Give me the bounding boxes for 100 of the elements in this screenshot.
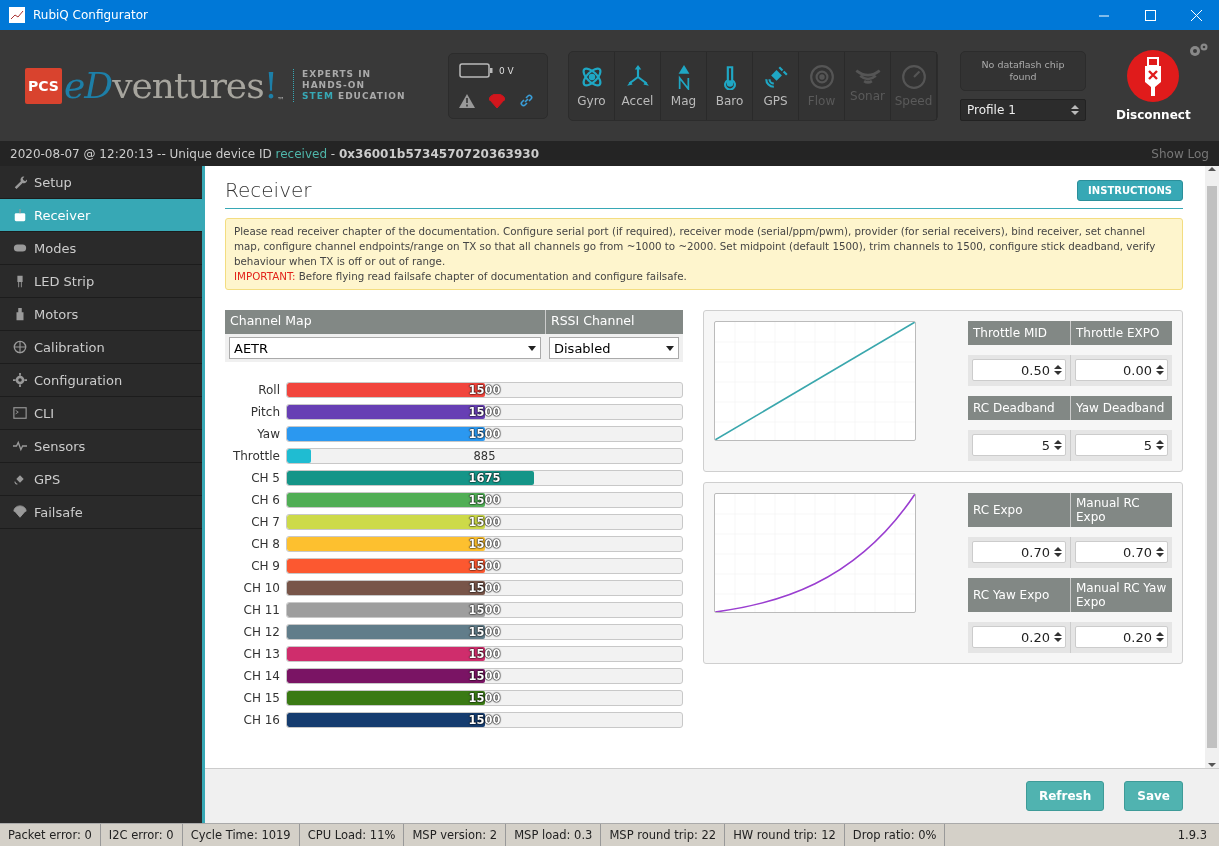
- spinner-icon: [1054, 631, 1062, 643]
- sidebar-item[interactable]: Calibration: [0, 331, 202, 364]
- column-header: RSSI Channel: [545, 310, 683, 334]
- field-label: Yaw Deadband: [1070, 396, 1172, 420]
- terminal-icon: [13, 406, 27, 420]
- tagline: STEM EDUCATION: [302, 91, 406, 102]
- field-label: Throttle EXPO: [1070, 321, 1172, 345]
- spinner-icon: [1156, 439, 1164, 451]
- page-title: Receiver: [225, 178, 312, 202]
- channel-value: 1500: [468, 537, 501, 551]
- channel-label: CH 12: [242, 625, 280, 639]
- sidebar-item[interactable]: Motors: [0, 298, 202, 331]
- column-header: Channel Map: [225, 310, 545, 334]
- device-id-line: 2020-08-07 @ 12:20:13 -- Unique device ID received - 0x36001b5734570720363930: [10, 146, 539, 161]
- number-input[interactable]: 0.20: [1075, 626, 1168, 648]
- warning-text: IMPORTANT: Before flying read failsafe chapter of documentation and configure failsafe.: [234, 269, 688, 284]
- status-item: Cycle Time: 1019: [182, 824, 300, 846]
- channel-value: 1500: [468, 559, 501, 573]
- channel-value: 1500: [468, 669, 501, 683]
- scroll-down-icon[interactable]: [1208, 762, 1216, 768]
- channel-value: 1500: [468, 427, 501, 441]
- settings-icon[interactable]: [1187, 42, 1209, 58]
- scrollbar-thumb[interactable]: [1207, 186, 1217, 748]
- sidebar-item[interactable]: Modes: [0, 232, 202, 265]
- dataflash-status: No dataflash chip found: [960, 50, 1086, 91]
- channel-label: CH 9: [250, 559, 280, 573]
- sidebar-item[interactable]: GPS: [0, 463, 202, 496]
- battery-icon: [459, 63, 493, 78]
- sidebar-item[interactable]: LED Strip: [0, 265, 202, 298]
- channel-label: CH 15: [242, 691, 280, 705]
- battery-reading: 0 V: [499, 65, 514, 76]
- sensor-label: Gyro: [577, 93, 606, 108]
- sidebar-item[interactable]: Sensors: [0, 430, 202, 463]
- number-input[interactable]: 0.00: [1075, 359, 1168, 381]
- number-input[interactable]: 0.70: [972, 541, 1066, 563]
- channel-label: CH 6: [250, 493, 280, 507]
- channel-map-select[interactable]: AETR: [229, 337, 541, 359]
- number-input[interactable]: 0.70: [1075, 541, 1168, 563]
- number-input[interactable]: 5: [1075, 434, 1168, 456]
- sensor-label: Accel: [621, 93, 654, 108]
- channel-label: Roll: [257, 383, 280, 397]
- tagline: HANDS-ON: [302, 80, 366, 91]
- sidebar-item[interactable]: Failsafe: [0, 496, 202, 529]
- warning-icon: [459, 93, 475, 108]
- status-item: HW round trip: 12: [725, 824, 845, 846]
- show-log-link[interactable]: Show Log: [1151, 146, 1209, 161]
- channel-value: 1500: [468, 515, 501, 529]
- close-icon: [1190, 9, 1202, 21]
- receiver-icon: [13, 208, 27, 222]
- wrench-icon: [13, 175, 27, 189]
- field-label: Manual RC Yaw Expo: [1070, 578, 1172, 612]
- channel-value: 1675: [468, 471, 501, 485]
- version-label: 1.9.3: [1177, 828, 1208, 842]
- field-label: RC Expo: [968, 493, 1070, 527]
- tagline: EXPERTS IN: [302, 69, 373, 80]
- waves-icon: [854, 68, 881, 85]
- logo-badge: PCS: [25, 67, 62, 104]
- profile-select[interactable]: Profile 1: [960, 98, 1086, 121]
- status-item: I2C error: 0: [100, 824, 183, 846]
- parachute-icon: [489, 93, 505, 108]
- field-label: Throttle MID: [968, 321, 1070, 345]
- maximize-icon: [1144, 9, 1156, 21]
- status-item: CPU Load: 11%: [299, 824, 405, 846]
- status-item: MSP round trip: 22: [601, 824, 726, 846]
- notice-text: Please read receiver chapter of the documentation. Configure serial port (if required), receiver mode (serial/ppm/pwm), provider (for serial receivers), bind receiver, set channel map, configure channel endpoints/range on TX so that all channels go from ~1000 to ~2000. Set midpoint (default 1500), trim channels to 1500, configure stick deadband, verify behaviour when TX is off or out of range.: [234, 224, 1157, 269]
- channel-label: CH 8: [250, 537, 280, 551]
- status-item: Drop ratio: 0%: [844, 824, 946, 846]
- channel-label: CH 5: [250, 471, 280, 485]
- channel-value: 1500: [468, 493, 501, 507]
- sidebar-item[interactable]: CLI: [0, 397, 202, 430]
- pulse-icon: [13, 439, 27, 453]
- rssi-channel-select[interactable]: Disabled: [549, 337, 679, 359]
- channel-label: CH 11: [242, 603, 280, 617]
- gauge-icon: [900, 63, 927, 90]
- field-label: Manual RC Expo: [1070, 493, 1172, 527]
- lens-icon: [808, 63, 835, 90]
- channel-value: 1500: [468, 383, 501, 397]
- trademark: ™: [277, 96, 286, 105]
- sensor-label: Baro: [715, 93, 744, 108]
- status-item: MSP load: 0.3: [506, 824, 602, 846]
- link-icon: [519, 93, 534, 108]
- sidebar-item[interactable]: Configuration: [0, 364, 202, 397]
- sensor-label: GPS: [763, 93, 788, 108]
- spinner-icon: [1156, 546, 1164, 558]
- spinner-icon: [1156, 631, 1164, 643]
- channel-label: CH 7: [250, 515, 280, 529]
- channel-label: CH 16: [242, 713, 280, 727]
- field-label: RC Yaw Expo: [968, 578, 1070, 612]
- channel-value: 885: [473, 449, 496, 463]
- number-input[interactable]: 5: [972, 434, 1066, 456]
- channel-label: Throttle: [231, 449, 280, 463]
- spinner-icon: [1054, 364, 1062, 376]
- window-title: RubiQ Configurator: [33, 8, 149, 22]
- number-input[interactable]: 0.50: [972, 359, 1066, 381]
- channel-label: Yaw: [256, 427, 280, 441]
- spinner-icon: [1054, 439, 1062, 451]
- crosshair-icon: [13, 340, 27, 354]
- channel-label: CH 13: [242, 647, 280, 661]
- number-input[interactable]: 0.20: [972, 626, 1066, 648]
- spinner-icon: [1054, 546, 1062, 558]
